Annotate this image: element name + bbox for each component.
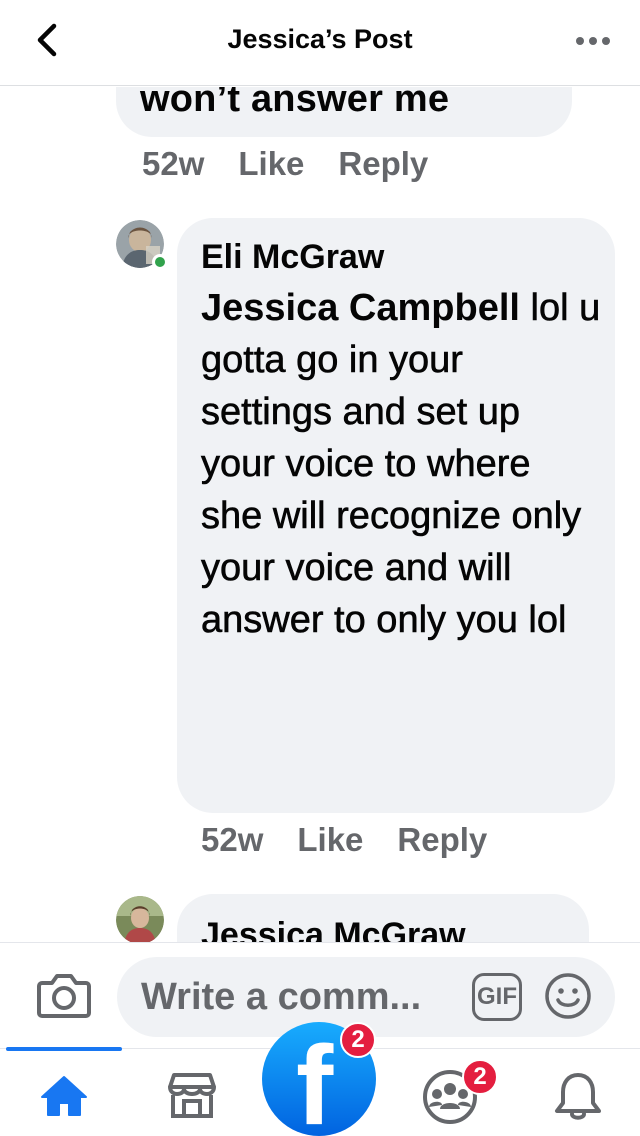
more-options-button[interactable] [574,26,614,56]
like-button[interactable]: Like [238,145,304,183]
avatar-eli[interactable] [116,220,168,270]
comment-author-next[interactable]: Jessica McGraw [201,916,466,942]
emoji-button[interactable] [543,971,593,1021]
active-tab-indicator [6,1047,122,1051]
comment-author[interactable]: Eli McGraw [201,238,384,277]
camera-icon [37,974,91,1018]
notification-badge: 2 [340,1022,376,1058]
comments-thread[interactable]: won’t answer me 52w Like Reply Eli McGra… [0,87,640,942]
comment-text: Jessica Campbell lol u gotta go in your … [201,282,601,646]
reply-button[interactable]: Reply [338,145,428,183]
top-navigation-bar: Jessica’s Post [0,0,640,86]
comment-bubble-next: Jessica McGraw [177,894,589,942]
comment-actions: 52w Like Reply [201,821,487,859]
page-title: Jessica’s Post [227,24,413,54]
comment-body: lol u gotta go in your settings and set … [201,287,601,642]
comment-timestamp: 52w [142,145,205,182]
mention-link[interactable]: Jessica Campbell [201,287,520,329]
tab-home[interactable] [34,1065,94,1125]
gif-button[interactable]: GIF [472,973,522,1021]
comment-bubble: Eli McGraw Jessica Campbell lol u gotta … [177,218,615,813]
comment-text-previous: won’t answer me [140,87,450,120]
online-status-dot [152,254,168,270]
like-button[interactable]: Like [297,821,363,859]
camera-button[interactable] [36,969,92,1021]
home-icon [41,1076,87,1116]
comment-timestamp: 52w [201,821,264,858]
comment-actions-previous: 52w Like Reply [142,145,428,183]
tab-groups[interactable]: 2 [420,1059,498,1125]
comment-bubble-previous: won’t answer me [116,87,572,137]
profile-photo [116,896,164,942]
smile-icon [545,973,591,1019]
facebook-logo-icon: f [296,1023,334,1136]
comment-input[interactable] [141,971,471,1023]
notification-badge: 2 [462,1059,498,1095]
marketplace-icon [168,1073,216,1118]
reply-button[interactable]: Reply [397,821,487,859]
more-dots-icon [576,37,610,45]
bell-icon [555,1073,601,1120]
tab-marketplace[interactable] [162,1065,222,1125]
avatar-jessica-mcgraw[interactable] [116,896,164,942]
tab-notifications[interactable] [548,1065,608,1125]
